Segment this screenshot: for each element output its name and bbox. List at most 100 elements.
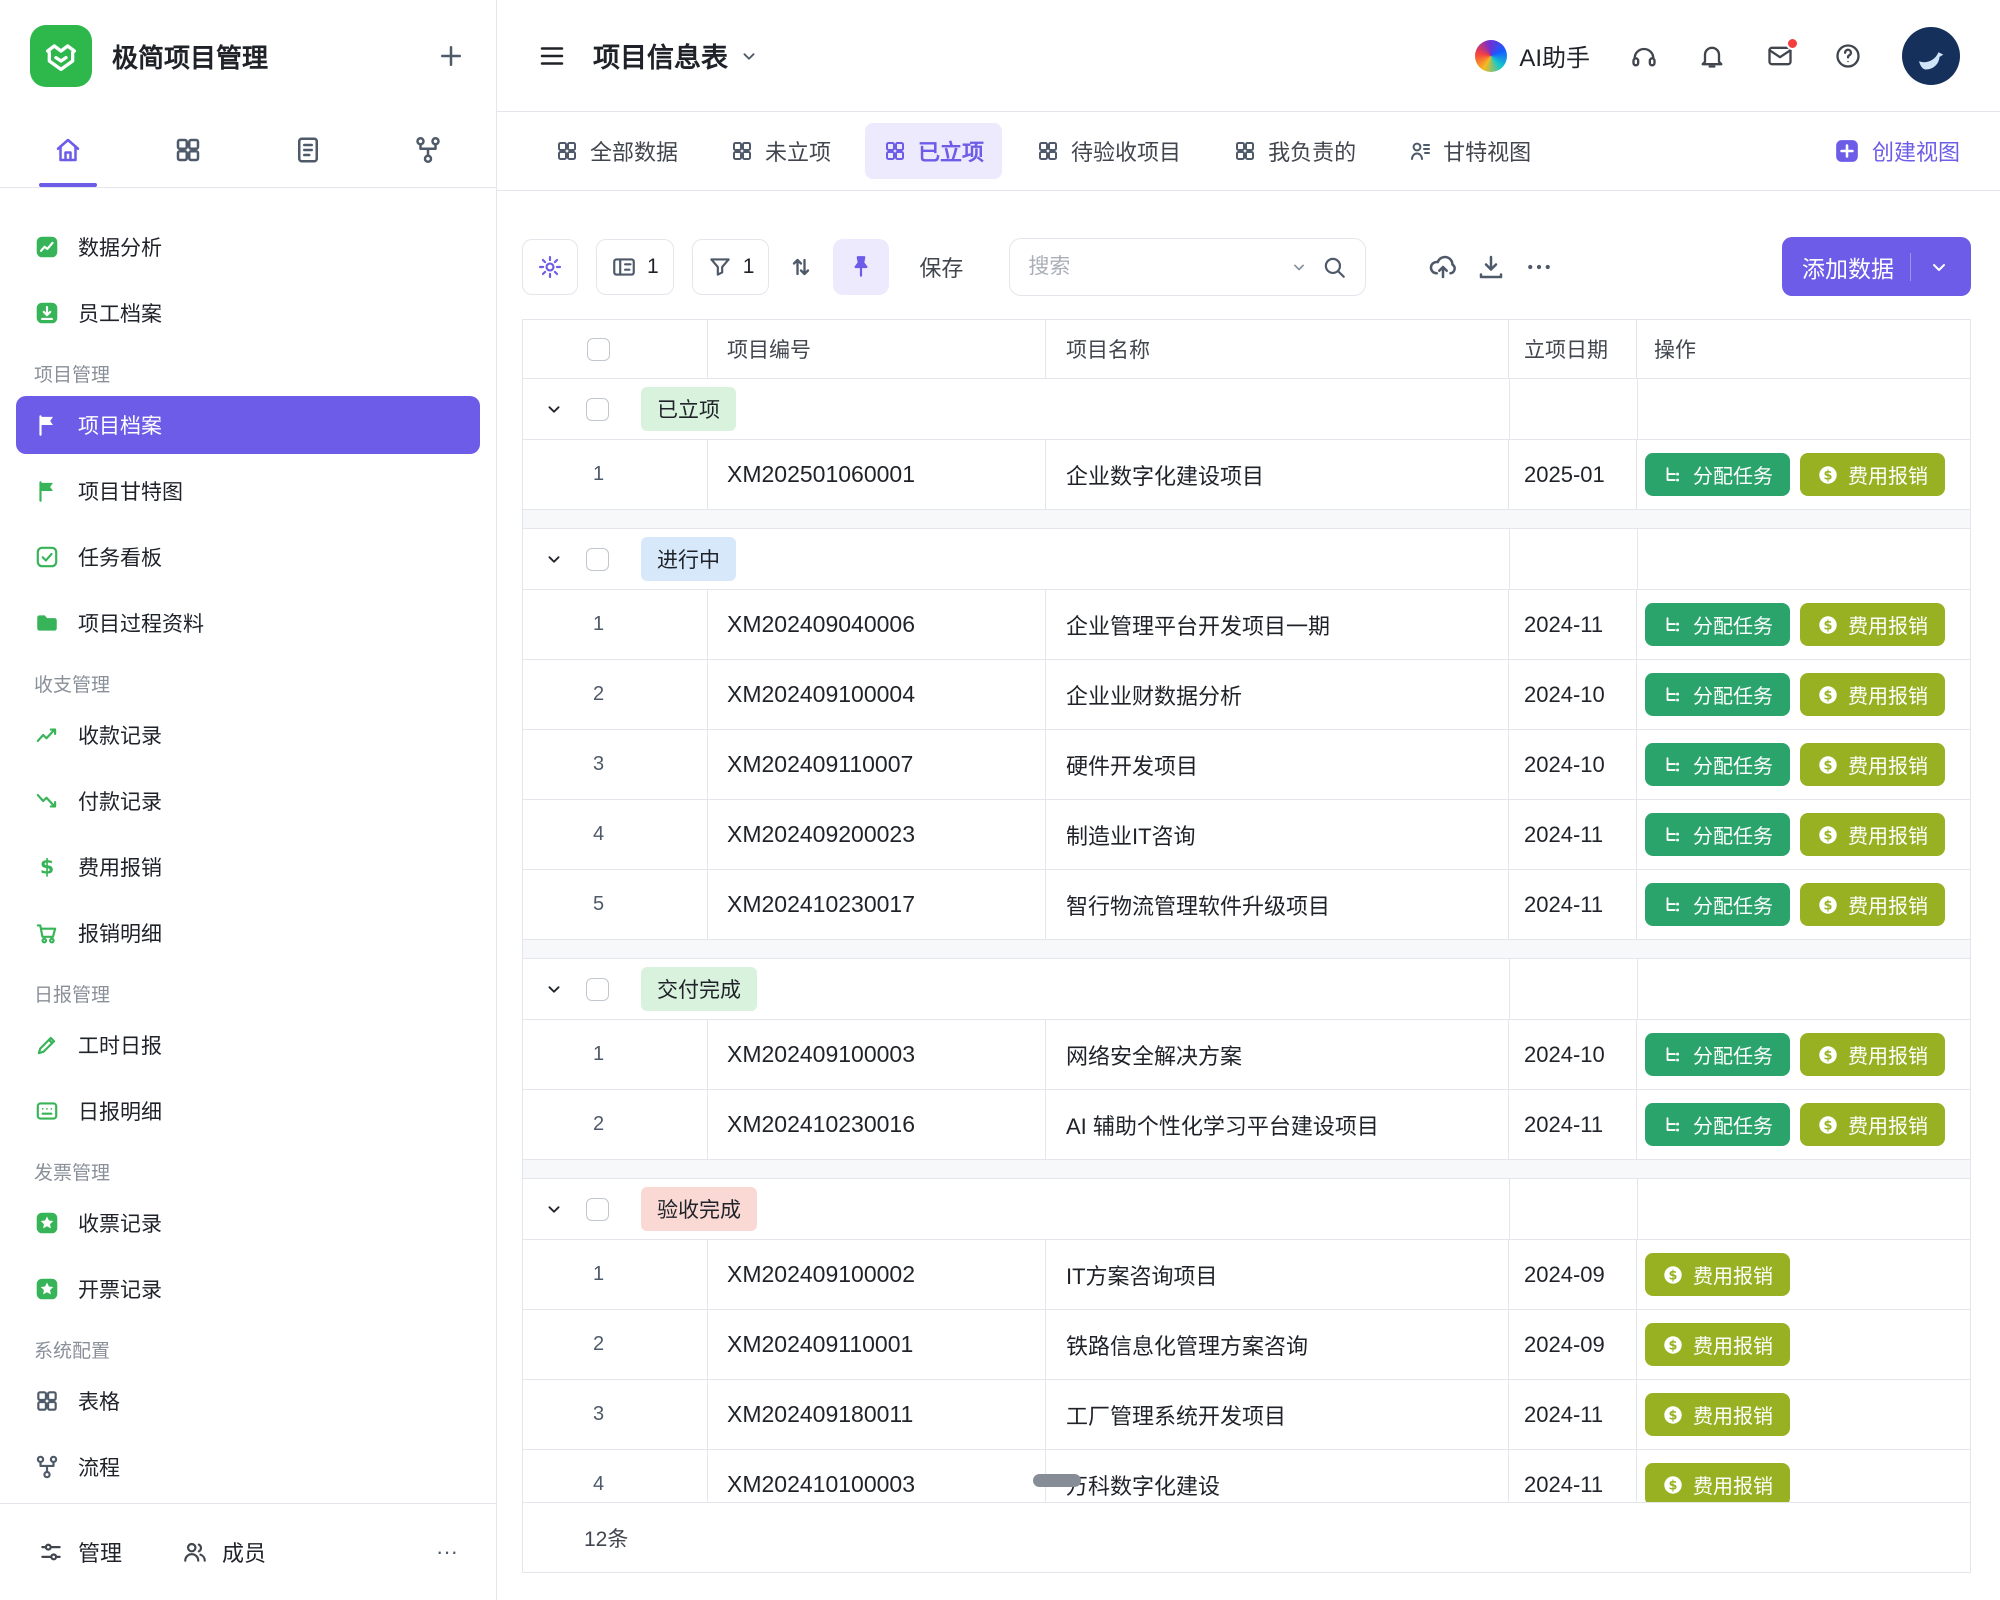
cell-project-code[interactable]: XM202409100002 [708,1240,1046,1309]
expense-reimburse-button[interactable]: $费用报销 [1800,1033,1945,1076]
sidebar-item[interactable]: $费用报销 [16,838,480,896]
table-row[interactable]: 4XM202410100003万科数字化建设2024-11$费用报销 [523,1450,1970,1502]
expense-reimburse-button[interactable]: $费用报销 [1645,1323,1790,1366]
cell-project-name[interactable]: 网络安全解决方案 [1046,1020,1509,1089]
cell-project-date[interactable]: 2025-01 [1509,440,1637,509]
cell-project-date[interactable]: 2024-10 [1509,730,1637,799]
table-row[interactable]: 2XM202409110001铁路信息化管理方案咨询2024-09$费用报销 [523,1310,1970,1380]
expense-reimburse-button[interactable]: $费用报销 [1800,883,1945,926]
cell-project-code[interactable]: XM202409110007 [708,730,1046,799]
cell-project-code[interactable]: XM202409040006 [708,590,1046,659]
search-icon[interactable] [1321,254,1347,280]
cell-project-date[interactable]: 2024-10 [1509,1020,1637,1089]
table-row[interactable]: 3XM202409110007硬件开发项目2024-10分配任务$费用报销 [523,730,1970,800]
sidebar-item[interactable]: 报销明细 [16,904,480,962]
expense-reimburse-button[interactable]: $费用报销 [1645,1253,1790,1296]
view-tab[interactable]: 全部数据 [537,123,696,179]
assign-task-button[interactable]: 分配任务 [1645,813,1790,856]
cell-project-date[interactable]: 2024-10 [1509,660,1637,729]
sort-button[interactable] [787,253,815,281]
cell-project-code[interactable]: XM202410230016 [708,1090,1046,1159]
sidebar-more-button[interactable]: ··· [436,1539,458,1565]
sidebar-item[interactable]: 项目档案 [16,396,480,454]
inbox-button[interactable] [1766,42,1794,70]
cell-project-date[interactable]: 2024-09 [1509,1240,1637,1309]
horizontal-scrollbar[interactable] [1033,1474,1081,1487]
cell-project-date[interactable]: 2024-11 [1509,1090,1637,1159]
column-header-code[interactable]: 项目编号 [708,320,1046,378]
add-app-button[interactable] [436,41,466,71]
collapse-group-icon[interactable] [543,548,565,570]
sidebar-item[interactable]: 工时日报 [16,1016,480,1074]
group-checkbox[interactable] [586,978,609,1001]
title-chevron-down-icon[interactable] [738,45,760,67]
expense-reimburse-button[interactable]: $费用报销 [1645,1463,1790,1502]
expense-reimburse-button[interactable]: $费用报销 [1800,453,1945,496]
cell-project-code[interactable]: XM202410100003 [708,1450,1046,1502]
sidebar-item[interactable]: 流程 [16,1438,480,1496]
create-view-button[interactable]: 创建视图 [1834,135,1960,167]
notifications-button[interactable] [1698,42,1726,70]
expense-reimburse-button[interactable]: $费用报销 [1800,1103,1945,1146]
cell-project-code[interactable]: XM202409100003 [708,1020,1046,1089]
cell-project-name[interactable]: IT方案咨询项目 [1046,1240,1509,1309]
cell-project-date[interactable]: 2024-11 [1509,590,1637,659]
cell-project-name[interactable]: 企业管理平台开发项目一期 [1046,590,1509,659]
add-data-button[interactable]: 添加数据 [1782,237,1971,296]
cell-project-code[interactable]: XM202409100004 [708,660,1046,729]
collapse-sidebar-button[interactable] [537,41,567,71]
cell-project-name[interactable]: 工厂管理系统开发项目 [1046,1380,1509,1449]
pin-button[interactable] [833,239,889,295]
group-header-row[interactable]: 交付完成 [523,959,1970,1020]
assign-task-button[interactable]: 分配任务 [1645,1033,1790,1076]
cell-project-code[interactable]: XM202410230017 [708,870,1046,939]
sidebar-item[interactable]: 项目甘特图 [16,462,480,520]
table-row[interactable]: 1XM202409100002IT方案咨询项目2024-09$费用报销 [523,1240,1970,1310]
sidebar-item[interactable]: 收款记录 [16,706,480,764]
sidebar-item[interactable]: 收票记录 [16,1194,480,1252]
sidebar-item[interactable]: 数据分析 [16,218,480,276]
import-button[interactable] [1428,252,1458,282]
select-all-checkbox[interactable] [587,338,610,361]
table-row[interactable]: 4XM202409200023制造业IT咨询2024-11分配任务$费用报销 [523,800,1970,870]
cell-project-name[interactable]: 硬件开发项目 [1046,730,1509,799]
table-row[interactable]: 3XM202409180011工厂管理系统开发项目2024-11$费用报销 [523,1380,1970,1450]
view-tab[interactable]: 我负责的 [1215,123,1374,179]
table-row[interactable]: 1XM202501060001企业数字化建设项目2025-01分配任务$费用报销 [523,440,1970,510]
cell-project-date[interactable]: 2024-11 [1509,800,1637,869]
assign-task-button[interactable]: 分配任务 [1645,603,1790,646]
table-row[interactable]: 5XM202410230017智行物流管理软件升级项目2024-11分配任务$费… [523,870,1970,940]
field-config-button[interactable]: 1 [596,239,674,295]
export-button[interactable] [1476,252,1506,282]
manage-button[interactable]: 管理 [38,1536,122,1568]
cell-project-code[interactable]: XM202409110001 [708,1310,1046,1379]
cell-project-name[interactable]: 企业业财数据分析 [1046,660,1509,729]
sidebar-tab-home[interactable] [8,112,128,187]
column-header-name[interactable]: 项目名称 [1046,320,1509,378]
search-input[interactable] [1028,255,1277,279]
collapse-group-icon[interactable] [543,978,565,1000]
assign-task-button[interactable]: 分配任务 [1645,743,1790,786]
assign-task-button[interactable]: 分配任务 [1645,883,1790,926]
view-tab[interactable]: 未立项 [712,123,849,179]
ai-assistant-button[interactable]: AI助手 [1475,38,1590,73]
table-row[interactable]: 1XM202409100003网络安全解决方案2024-10分配任务$费用报销 [523,1020,1970,1090]
sidebar-item[interactable]: 付款记录 [16,772,480,830]
cell-project-name[interactable]: 企业数字化建设项目 [1046,440,1509,509]
expense-reimburse-button[interactable]: $费用报销 [1800,813,1945,856]
column-header-date[interactable]: 立项日期 [1509,320,1637,378]
filter-button[interactable]: 1 [692,239,770,295]
sidebar-item[interactable]: 开票记录 [16,1260,480,1318]
expense-reimburse-button[interactable]: $费用报销 [1800,603,1945,646]
cell-project-code[interactable]: XM202409200023 [708,800,1046,869]
view-tab[interactable]: 待验收项目 [1018,123,1199,179]
cell-project-date[interactable]: 2024-11 [1509,1380,1637,1449]
save-button[interactable]: 保存 [919,251,963,283]
cell-project-name[interactable]: 制造业IT咨询 [1046,800,1509,869]
sidebar-item[interactable]: 表格 [16,1372,480,1430]
cell-project-code[interactable]: XM202501060001 [708,440,1046,509]
table-row[interactable]: 1XM202409040006企业管理平台开发项目一期2024-11分配任务$费… [523,590,1970,660]
sidebar-item[interactable]: 日报明细 [16,1082,480,1140]
table-row[interactable]: 2XM202409100004企业业财数据分析2024-10分配任务$费用报销 [523,660,1970,730]
cell-project-name[interactable]: 智行物流管理软件升级项目 [1046,870,1509,939]
